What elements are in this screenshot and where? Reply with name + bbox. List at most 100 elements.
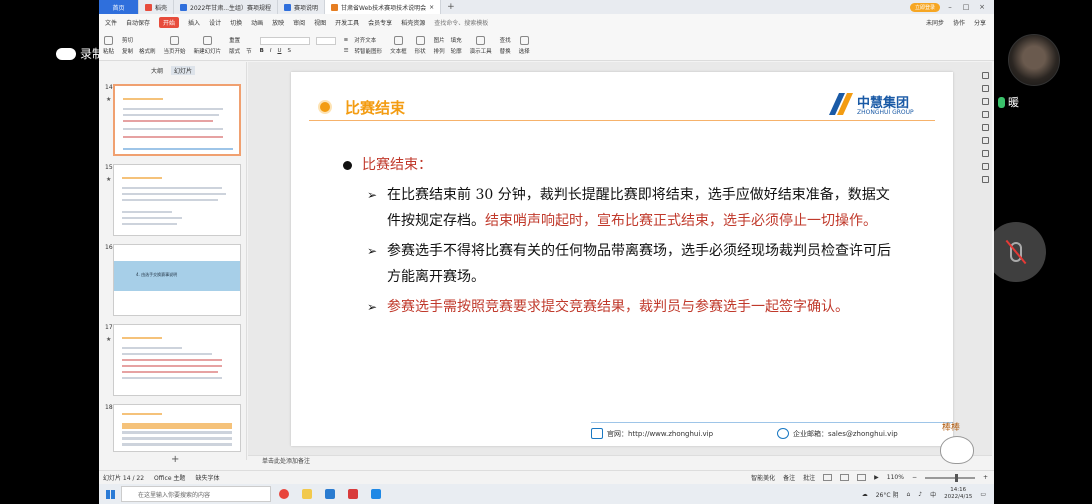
close-tab-icon[interactable]: × — [429, 4, 434, 11]
current-slide[interactable]: 比赛结束 中慧集团 ZHONGHUI GROUP 比赛结束： ➢ 在比赛结束前 … — [291, 72, 953, 446]
slide-thumbnail-selected[interactable] — [113, 84, 241, 156]
tab-home[interactable]: 首页 — [99, 0, 139, 14]
notes-pane[interactable]: 单击此处添加备注 — [248, 455, 992, 467]
outline-button[interactable]: 轮廓 — [451, 47, 462, 55]
cut-button[interactable]: 剪切 — [122, 36, 133, 44]
windows-start-icon[interactable] — [99, 484, 121, 504]
font-family-select[interactable] — [259, 37, 310, 45]
shape-button[interactable]: 形状 — [415, 36, 426, 55]
format-painter-button[interactable]: 格式刷 — [139, 47, 156, 55]
slide-thumbnail[interactable] — [113, 324, 241, 396]
tab-presentation[interactable]: 甘肃省Web技术赛项技术说明会 × — [325, 0, 442, 14]
webcam-bubble[interactable] — [1008, 34, 1060, 86]
menu-start[interactable]: 开始 — [159, 17, 180, 28]
zoom-slider-knob[interactable] — [954, 473, 958, 482]
network-icon[interactable]: ⌂ — [906, 491, 910, 498]
fill-button[interactable]: 填充 — [451, 36, 462, 44]
command-search[interactable]: 查找命令、搜索模板 — [434, 18, 488, 27]
reset-button[interactable]: 重置 — [229, 36, 240, 44]
menu-view[interactable]: 视图 — [314, 18, 326, 27]
copy-button[interactable]: 复制 — [122, 47, 133, 55]
select-button[interactable]: 选择 — [519, 36, 530, 55]
menu-animation[interactable]: 动画 — [251, 18, 263, 27]
zoom-out-icon[interactable]: − — [912, 474, 917, 481]
zoom-in-icon[interactable]: + — [983, 474, 988, 481]
folder-icon[interactable] — [981, 124, 989, 131]
normal-view-icon[interactable] — [823, 474, 833, 481]
sync-status[interactable]: 未同步 — [926, 18, 944, 27]
slide-thumbnail[interactable] — [113, 404, 241, 452]
notes-toggle-button[interactable]: 备注 — [783, 473, 795, 482]
close-window-icon[interactable]: × — [976, 3, 988, 11]
share-button[interactable]: 分享 — [974, 18, 986, 27]
tab-explanation-doc[interactable]: 赛项说明 — [278, 0, 326, 14]
slide-title[interactable]: 比赛结束 — [345, 97, 405, 118]
menu-design[interactable]: 设计 — [209, 18, 221, 27]
slide-thumbnail[interactable] — [113, 164, 241, 236]
weather-text[interactable]: 26°C 阴 — [876, 490, 899, 499]
brush-icon[interactable] — [981, 85, 989, 92]
minimize-icon[interactable]: – — [944, 3, 956, 11]
menu-member[interactable]: 会员专享 — [368, 18, 392, 27]
play-slideshow-icon[interactable]: ▶ — [874, 474, 879, 481]
slide-body-text[interactable]: 比赛结束： ➢ 在比赛结束前 30 分钟，裁判长提醒比赛即将结束，选手应做好结束… — [343, 152, 903, 320]
maximize-icon[interactable]: □ — [960, 3, 972, 11]
smart-beautify-button[interactable]: 智能美化 — [751, 473, 775, 482]
menu-docer-resources[interactable]: 稻壳资源 — [401, 18, 425, 27]
italic-icon[interactable]: I — [270, 48, 272, 54]
taskbar-explorer-app[interactable] — [297, 486, 317, 502]
presentation-tools-button[interactable]: 演示工具 — [470, 36, 492, 55]
comments-toggle-button[interactable]: 批注 — [803, 473, 815, 482]
font-size-select[interactable] — [315, 37, 336, 45]
collaborate-button[interactable]: 协作 — [953, 18, 965, 27]
ime-indicator[interactable]: 中 — [930, 490, 936, 499]
menu-transition[interactable]: 切换 — [230, 18, 242, 27]
align-icon[interactable]: ☰ — [344, 48, 349, 54]
location-icon[interactable] — [981, 163, 989, 170]
list-icon[interactable]: ≡ — [344, 37, 349, 43]
tab-rules-doc[interactable]: 2022年甘肃...生组）赛项规程 — [174, 0, 279, 14]
align-text-button[interactable]: 对齐文本 — [354, 36, 376, 44]
tab-outline[interactable]: 大纲 — [151, 66, 163, 75]
arrange-button[interactable]: 排列 — [434, 47, 445, 55]
pin-icon[interactable] — [981, 72, 989, 79]
mute-mic-button[interactable] — [986, 222, 1046, 282]
menu-insert[interactable]: 插入 — [188, 18, 200, 27]
volume-icon[interactable]: ♪ — [918, 491, 922, 498]
menu-slideshow[interactable]: 放映 — [272, 18, 284, 27]
taskbar-wps-app[interactable] — [343, 486, 363, 502]
taskbar-meeting-app[interactable] — [366, 486, 386, 502]
bold-icon[interactable]: B — [260, 48, 264, 54]
layers-icon[interactable] — [981, 111, 989, 118]
menu-file[interactable]: 文件 — [105, 18, 117, 27]
help-icon[interactable] — [981, 137, 989, 144]
login-button[interactable]: 立即登录 — [909, 2, 940, 12]
text-box-button[interactable]: 文本框 — [390, 36, 407, 55]
clipboard-icon[interactable] — [981, 150, 989, 157]
notification-icon[interactable]: ▭ — [980, 491, 986, 498]
find-button[interactable]: 查找 — [500, 36, 511, 44]
layout-button[interactable]: 版式 — [229, 47, 240, 55]
menu-dev-tools[interactable]: 开发工具 — [335, 18, 359, 27]
underline-icon[interactable]: U — [277, 48, 281, 54]
taskbar-clock[interactable]: 14:16 2022/4/15 — [944, 487, 972, 501]
taskbar-vscode-app[interactable] — [320, 486, 340, 502]
zoom-level[interactable]: 110% — [887, 474, 904, 481]
paste-button[interactable]: 粘贴 — [103, 36, 114, 55]
slide-thumbnail[interactable]: 4. 由选手交换赛事说明 — [113, 244, 241, 316]
strikethrough-icon[interactable]: S — [287, 48, 291, 54]
add-slide-button[interactable]: + — [171, 454, 179, 465]
play-from-current-button[interactable]: 当页开始 — [164, 36, 186, 55]
smart-graphic-button[interactable]: 转智能图形 — [355, 47, 383, 55]
picture-button[interactable]: 图片 — [434, 36, 445, 44]
text-tool-icon[interactable] — [981, 176, 989, 183]
reading-view-icon[interactable] — [857, 474, 867, 481]
taskbar-chrome-app[interactable] — [274, 486, 294, 502]
zoom-slider[interactable] — [924, 473, 975, 482]
replace-button[interactable]: 替换 — [500, 47, 511, 55]
taskbar-search-input[interactable]: 在这里输入你要搜索的内容 — [121, 486, 271, 502]
tab-slides[interactable]: 幻灯片 — [171, 66, 196, 75]
missing-font-button[interactable]: 缺失字体 — [195, 473, 219, 482]
shapes-icon[interactable] — [981, 98, 989, 105]
tab-docer[interactable]: 稻壳 — [139, 0, 175, 14]
